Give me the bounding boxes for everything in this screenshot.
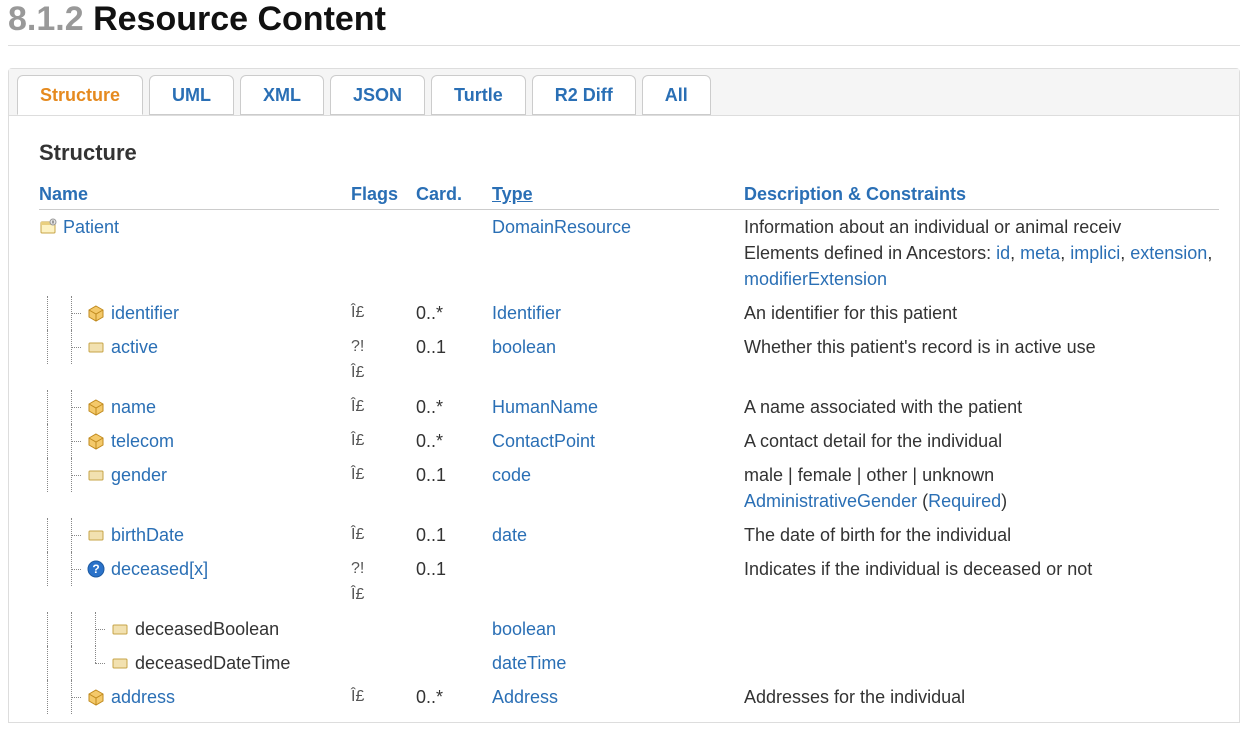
card-cell: 0..1	[416, 522, 492, 548]
table-row: name Î£0..*HumanName A name associated wit…	[39, 390, 1219, 424]
cube-icon	[87, 304, 105, 322]
type-link[interactable]: boolean	[492, 337, 556, 357]
desc-text: Whether this patient's record is in acti…	[744, 334, 1219, 360]
desc-text: Indicates if the individual is deceased …	[744, 556, 1219, 582]
element-name[interactable]: name	[111, 394, 156, 420]
element-name[interactable]: gender	[111, 462, 167, 488]
card-cell: 0..1	[416, 462, 492, 488]
element-name: deceasedBoolean	[135, 616, 279, 642]
tab-r2-diff[interactable]: R2 Diff	[532, 75, 636, 115]
cube-icon	[87, 688, 105, 706]
ancestor-link[interactable]: meta	[1020, 243, 1060, 263]
flags-cell: Î£	[351, 522, 416, 548]
structure-table: Name Flags Card. Type Description & Cons…	[39, 184, 1219, 714]
desc-text: An identifier for this patient	[744, 300, 1219, 326]
card-cell: 0..1	[416, 334, 492, 360]
table-row: active ?!Î£0..1boolean Whether this patien…	[39, 330, 1219, 390]
type-link[interactable]: dateTime	[492, 653, 566, 673]
tab-xml[interactable]: XML	[240, 75, 324, 115]
ancestor-link[interactable]: modifierExtension	[744, 269, 887, 289]
flags-cell: Î£	[351, 394, 416, 420]
element-name[interactable]: birthDate	[111, 522, 184, 548]
subheading: Structure	[39, 140, 1219, 166]
table-row: identifier Î£0..*Identifier An identifier …	[39, 296, 1219, 330]
type-link[interactable]: ContactPoint	[492, 431, 595, 451]
type-link[interactable]: date	[492, 525, 527, 545]
element-name[interactable]: address	[111, 684, 175, 710]
binding-strength[interactable]: Required	[928, 491, 1001, 511]
type-link[interactable]: DomainResource	[492, 217, 631, 237]
ancestor-link[interactable]: implici	[1070, 243, 1120, 263]
table-row: deceasedDateTime dateTime	[39, 646, 1219, 680]
ancestors-line: Elements defined in Ancestors: id, meta,…	[744, 240, 1219, 292]
card-cell: 0..*	[416, 428, 492, 454]
tab-strip: StructureUMLXMLJSONTurtleR2 DiffAll	[9, 69, 1239, 116]
cube-icon	[87, 398, 105, 416]
type-link[interactable]: boolean	[492, 619, 556, 639]
binding-link[interactable]: AdministrativeGender	[744, 491, 917, 511]
table-row: deceased[x] ?!Î£0..1 Indicates if the indi…	[39, 552, 1219, 612]
tab-uml[interactable]: UML	[149, 75, 234, 115]
prim-icon	[111, 654, 129, 672]
flags-cell: ?!Î£	[351, 556, 416, 608]
table-header: Name Flags Card. Type Description & Cons…	[39, 184, 1219, 210]
card-cell: 0..*	[416, 394, 492, 420]
type-link[interactable]: code	[492, 465, 531, 485]
element-name: deceasedDateTime	[135, 650, 290, 676]
element-name[interactable]: Patient	[63, 214, 119, 240]
desc-text: male | female | other | unknown	[744, 462, 1219, 488]
col-header-name[interactable]: Name	[39, 184, 351, 205]
prim-icon	[111, 620, 129, 638]
type-link[interactable]: Address	[492, 687, 558, 707]
choice-icon	[87, 560, 105, 578]
type-link[interactable]: HumanName	[492, 397, 598, 417]
desc-text: A contact detail for the individual	[744, 428, 1219, 454]
heading-number: 8.1.2	[8, 0, 84, 38]
flags-cell: Î£	[351, 300, 416, 326]
tab-turtle[interactable]: Turtle	[431, 75, 526, 115]
card-cell: 0..*	[416, 684, 492, 710]
flags-cell: Î£	[351, 684, 416, 710]
element-name[interactable]: active	[111, 334, 158, 360]
prim-icon	[87, 526, 105, 544]
desc-text: The date of birth for the individual	[744, 522, 1219, 548]
ancestor-link[interactable]: id	[996, 243, 1010, 263]
desc-text: Addresses for the individual	[744, 684, 1219, 710]
table-row: telecom Î£0..*ContactPoint A contact detai…	[39, 424, 1219, 458]
element-name[interactable]: deceased[x]	[111, 556, 208, 582]
tab-structure[interactable]: Structure	[17, 75, 143, 115]
table-row: deceasedBoolean boolean	[39, 612, 1219, 646]
resource-icon	[39, 218, 57, 236]
col-header-desc[interactable]: Description & Constraints	[744, 184, 1219, 205]
table-row: birthDate Î£0..1date The date of birth for…	[39, 518, 1219, 552]
prim-icon	[87, 338, 105, 356]
col-header-flags[interactable]: Flags	[351, 184, 416, 205]
card-cell: 0..1	[416, 556, 492, 582]
binding-line: AdministrativeGender (Required)	[744, 488, 1219, 514]
table-row: address Î£0..*Address Addresses for the in…	[39, 680, 1219, 714]
flags-cell: Î£	[351, 428, 416, 454]
col-header-type[interactable]: Type	[492, 184, 744, 205]
table-row: gender Î£0..1code male | female | other | …	[39, 458, 1219, 518]
col-header-card[interactable]: Card.	[416, 184, 492, 205]
tab-all[interactable]: All	[642, 75, 711, 115]
element-name[interactable]: telecom	[111, 428, 174, 454]
flags-cell: Î£	[351, 462, 416, 488]
element-name[interactable]: identifier	[111, 300, 179, 326]
desc-text: Information about an individual or anima…	[744, 214, 1219, 240]
tab-json[interactable]: JSON	[330, 75, 425, 115]
ancestor-link[interactable]: extension	[1130, 243, 1207, 263]
content-panel: StructureUMLXMLJSONTurtleR2 DiffAll Stru…	[8, 68, 1240, 723]
page-heading: 8.1.2 Resource Content	[8, 0, 1240, 39]
heading-divider	[8, 45, 1240, 46]
prim-icon	[87, 466, 105, 484]
flags-cell: ?!Î£	[351, 334, 416, 386]
card-cell: 0..*	[416, 300, 492, 326]
table-row: Patient DomainResource Information about a…	[39, 210, 1219, 296]
desc-text: A name associated with the patient	[744, 394, 1219, 420]
type-link[interactable]: Identifier	[492, 303, 561, 323]
heading-title: Resource Content	[93, 0, 386, 38]
cube-icon	[87, 432, 105, 450]
